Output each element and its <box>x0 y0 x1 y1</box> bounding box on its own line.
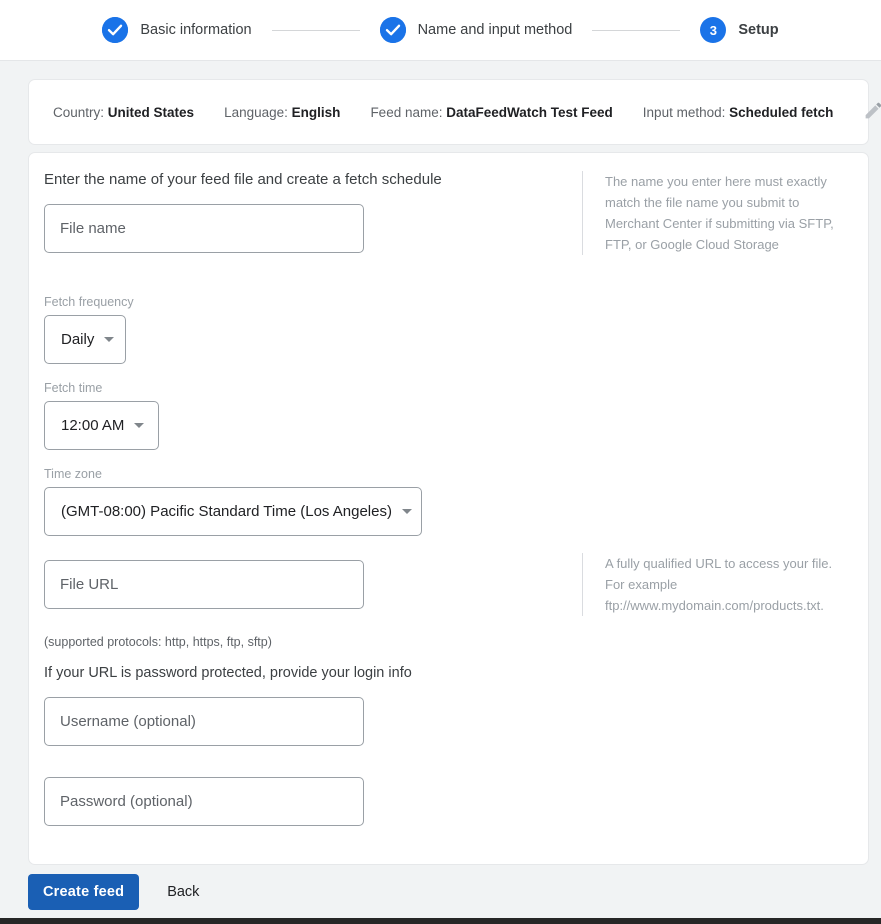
summary-value: DataFeedWatch Test Feed <box>446 104 613 120</box>
file-name-hint: The name you enter here must exactly mat… <box>582 171 844 255</box>
login-info-title: If your URL is password protected, provi… <box>44 665 412 681</box>
username-input[interactable] <box>44 697 364 746</box>
summary-item-feed-name: Feed name: DataFeedWatch Test Feed <box>370 105 612 120</box>
summary-value: United States <box>107 104 195 120</box>
summary-label: Language: <box>224 104 288 120</box>
feed-setup-form-card: Enter the name of your feed file and cre… <box>28 152 869 865</box>
fetch-frequency-label: Fetch frequency <box>44 295 134 309</box>
pencil-icon <box>863 100 881 124</box>
stepper-step-setup[interactable]: 3 Setup <box>700 17 779 43</box>
stepper-step-basic-information[interactable]: Basic information <box>102 17 252 43</box>
chevron-down-icon <box>134 423 145 428</box>
chevron-down-icon <box>104 337 115 342</box>
fetch-frequency-select[interactable]: Daily <box>44 315 126 364</box>
fetch-time-label: Fetch time <box>44 381 103 395</box>
edit-summary-button[interactable] <box>863 95 881 129</box>
stepper-step-name-and-input-method[interactable]: Name and input method <box>379 17 573 43</box>
summary-item-language: Language: English <box>224 105 340 120</box>
summary-value: English <box>291 104 341 120</box>
supported-protocols-note: (supported protocols: http, https, ftp, … <box>44 635 272 649</box>
password-input[interactable] <box>44 777 364 826</box>
stepper-step-label: Setup <box>738 22 779 38</box>
step-number-badge: 3 <box>700 17 727 43</box>
summary-label: Country: <box>53 104 105 120</box>
time-zone-label: Time zone <box>44 467 102 481</box>
create-feed-button[interactable]: Create feed <box>28 874 140 910</box>
summary-item-input-method: Input method: Scheduled fetch <box>643 105 834 120</box>
summary-value: Scheduled fetch <box>729 104 834 120</box>
feed-summary-items: Country: United States Language: English… <box>53 105 863 120</box>
check-circle-icon <box>379 17 406 43</box>
back-button[interactable]: Back <box>161 884 205 900</box>
viewport-bottom-edge <box>0 918 881 924</box>
form-actions-footer: Create feed Back <box>0 866 881 918</box>
summary-label: Input method: <box>642 104 726 120</box>
summary-item-country: Country: United States <box>53 105 194 120</box>
fetch-time-value: 12:00 AM <box>61 417 125 434</box>
check-circle-icon <box>102 17 129 43</box>
file-url-hint: A fully qualified URL to access your fil… <box>582 553 844 616</box>
chevron-down-icon <box>401 509 412 514</box>
file-name-input[interactable] <box>44 204 364 253</box>
stepper-step-label: Name and input method <box>417 22 573 38</box>
form-title: Enter the name of your feed file and cre… <box>44 171 442 188</box>
fetch-time-select[interactable]: 12:00 AM <box>44 401 159 450</box>
fetch-frequency-value: Daily <box>61 331 95 348</box>
stepper-step-label: Basic information <box>140 22 252 38</box>
feed-summary-card: Country: United States Language: English… <box>28 79 881 145</box>
summary-label: Feed name: <box>370 104 443 120</box>
file-url-input[interactable] <box>44 560 364 609</box>
wizard-stepper: Basic information Name and input method … <box>0 0 881 61</box>
stepper-connector-2 <box>592 29 681 31</box>
time-zone-value: (GMT-08:00) Pacific Standard Time (Los A… <box>61 503 392 520</box>
time-zone-select[interactable]: (GMT-08:00) Pacific Standard Time (Los A… <box>44 487 422 536</box>
stepper-connector-1 <box>271 29 360 31</box>
stepper-steps: Basic information Name and input method … <box>102 17 779 43</box>
